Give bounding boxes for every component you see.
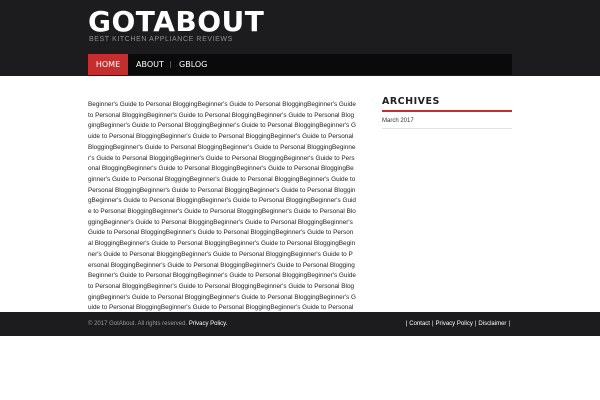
- archive-link-march-2017[interactable]: March 2017: [382, 116, 512, 129]
- nav-item-gblog[interactable]: GBLOG: [179, 54, 207, 75]
- footer-copyright: © 2017 GotAbout. All rights reserved. Pr…: [88, 321, 227, 327]
- footer-disclaimer-link[interactable]: Disclaimer: [478, 321, 506, 327]
- site-header: GOTABOUT BEST KITCHEN APPLIANCE REVIEWS …: [0, 0, 600, 76]
- footer-separator: |: [474, 321, 477, 327]
- archives-divider: [382, 110, 512, 112]
- footer-privacy-link[interactable]: Privacy Policy: [436, 321, 473, 327]
- nav-divider: [170, 61, 171, 68]
- copyright-text: © 2017 GotAbout. All rights reserved.: [88, 321, 188, 327]
- nav-item-about[interactable]: ABOUT: [136, 54, 164, 75]
- nav-item-home[interactable]: HOME: [88, 54, 128, 75]
- site-title[interactable]: GOTABOUT: [88, 6, 264, 38]
- site-tagline: BEST KITCHEN APPLIANCE REVIEWS: [89, 36, 233, 43]
- footer-links: | Contact | Privacy Policy | Disclaimer |: [404, 321, 512, 327]
- footer-separator: |: [508, 321, 510, 327]
- main-nav: HOME ABOUT GBLOG: [88, 54, 512, 75]
- privacy-policy-inline-link[interactable]: Privacy Policy.: [189, 321, 228, 327]
- post-content: Beginner's Guide to Personal BloggingBeg…: [88, 101, 356, 322]
- sidebar: ARCHIVES March 2017: [382, 96, 512, 129]
- footer-separator: |: [431, 321, 434, 327]
- site-footer: © 2017 GotAbout. All rights reserved. Pr…: [0, 312, 600, 336]
- footer-separator: |: [405, 321, 408, 327]
- footer-contact-link[interactable]: Contact: [409, 321, 430, 327]
- archives-title: ARCHIVES: [382, 96, 440, 107]
